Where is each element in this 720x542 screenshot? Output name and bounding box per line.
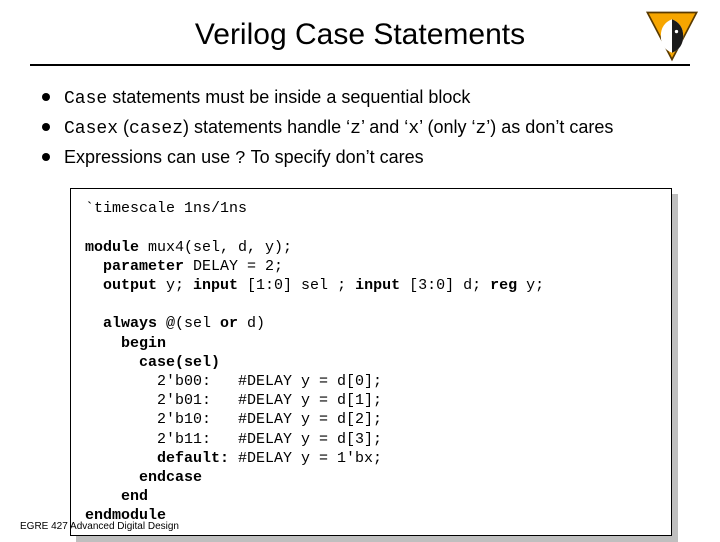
bullet-text: ’ and ‘ [361,117,408,137]
bullet-code: casez [129,119,183,139]
code-kw: case(sel) [85,354,220,371]
bullet-code: x [408,119,419,139]
code-line: 2'b00: #DELAY y = d[0]; [85,373,382,390]
code-kw: parameter [85,258,184,275]
code-block: `timescale 1ns/1ns module mux4(sel, d, y… [70,188,672,536]
code-text: y; [517,277,544,294]
code-kw: begin [85,335,166,352]
code-text: mux4(sel, d, y); [139,239,292,256]
bullet-text: ’) as don’t cares [486,117,613,137]
bullet-text: statements must be inside a sequential b… [107,87,470,107]
code-text: [1:0] sel ; [238,277,355,294]
code-kw: always [85,315,157,332]
bullet-code: z [350,119,361,139]
code-kw: module [85,239,139,256]
bullet-item: Expressions can use ? To specify don’t c… [38,144,690,172]
code-kw: input [193,277,238,294]
code-text: [3:0] d; [400,277,490,294]
bullet-text: ’ (only ‘ [419,117,475,137]
bullet-text: Expressions can use [64,147,235,167]
code-kw: end [85,488,148,505]
title-row: Verilog Case Statements [30,18,690,52]
code-blank [85,296,94,313]
code-kw: output [85,277,157,294]
vt-logo-icon [644,8,700,64]
code-text: @(sel [157,315,220,332]
bullet-code: Casex [64,119,118,139]
code-kw: input [355,277,400,294]
bullet-code: ? [235,149,246,169]
code-text: d) [238,315,265,332]
bullet-text: ) statements handle ‘ [183,117,350,137]
code-kw: or [220,315,238,332]
title-divider [30,64,690,66]
bullet-text: ( [118,117,129,137]
code-text: DELAY = 2; [184,258,283,275]
code-line: `timescale 1ns/1ns [85,200,247,217]
bullet-text: To specify don’t cares [246,147,424,167]
code-kw: default: [85,450,229,467]
code-line: 2'b01: #DELAY y = d[1]; [85,392,382,409]
bullet-code: Case [64,89,107,109]
code-line: 2'b11: #DELAY y = d[3]; [85,431,382,448]
footer-text: EGRE 427 Advanced Digital Design [20,521,179,532]
bullet-item: Casex (casez) statements handle ‘z’ and … [38,114,690,142]
code-text: #DELAY y = 1'bx; [229,450,382,467]
bullet-item: Case statements must be inside a sequent… [38,84,690,112]
code-block-wrap: `timescale 1ns/1ns module mux4(sel, d, y… [70,188,672,536]
code-text: y; [157,277,193,294]
slide: Verilog Case Statements Case statements … [0,0,720,540]
bullet-code: z [475,119,486,139]
code-kw: endcase [85,469,202,486]
code-kw: reg [490,277,517,294]
code-line: 2'b10: #DELAY y = d[2]; [85,411,382,428]
bullet-list: Case statements must be inside a sequent… [38,84,690,172]
code-blank [85,219,94,236]
page-title: Verilog Case Statements [30,18,690,52]
